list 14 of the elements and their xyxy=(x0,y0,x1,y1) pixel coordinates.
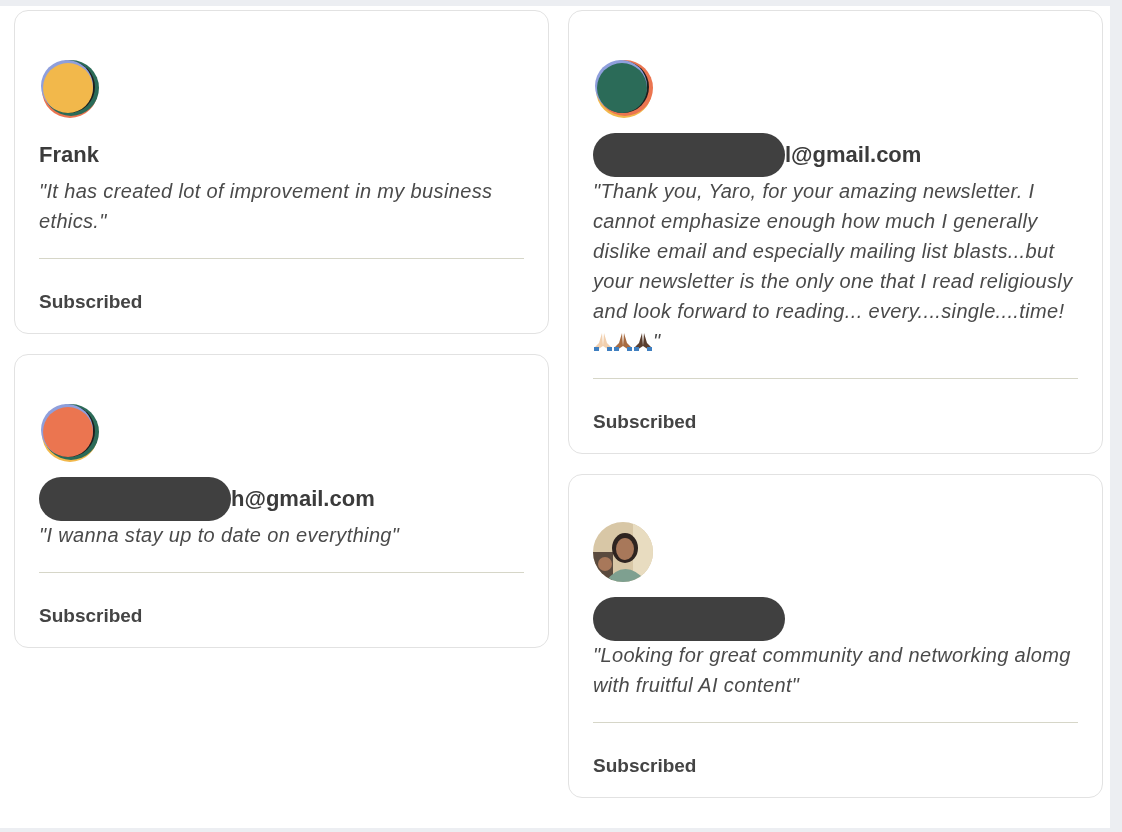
subscriber-name: h@gmail.com xyxy=(231,486,375,512)
avatar-icon xyxy=(39,58,99,118)
avatar-icon xyxy=(593,58,653,118)
quote-text: "Looking for great community and networking alomg with fruitful AI content" xyxy=(593,643,1072,698)
status-label: Subscribed xyxy=(39,605,143,627)
subscriber-name: Frank xyxy=(39,142,99,168)
quote-text: "It has created lot of improvement in my business ethics." xyxy=(39,179,494,234)
avatar-icon xyxy=(39,402,99,462)
status-label: Subscribed xyxy=(39,291,143,313)
subscriber-name: l@gmail.com xyxy=(785,142,922,168)
status-label: Subscribed xyxy=(593,755,697,777)
quote-text: "Thank you, Yaro, for your amazing newsletter. I cannot emphasize enough how much I generally dislike email and especially mailing list blasts...but your newsletter is the only one that I read religiously and look forward to reading... every....single....time! " xyxy=(593,179,1074,354)
status-label: Subscribed xyxy=(593,411,697,433)
quote-text: "I wanna stay up to date on everything" xyxy=(39,523,401,548)
